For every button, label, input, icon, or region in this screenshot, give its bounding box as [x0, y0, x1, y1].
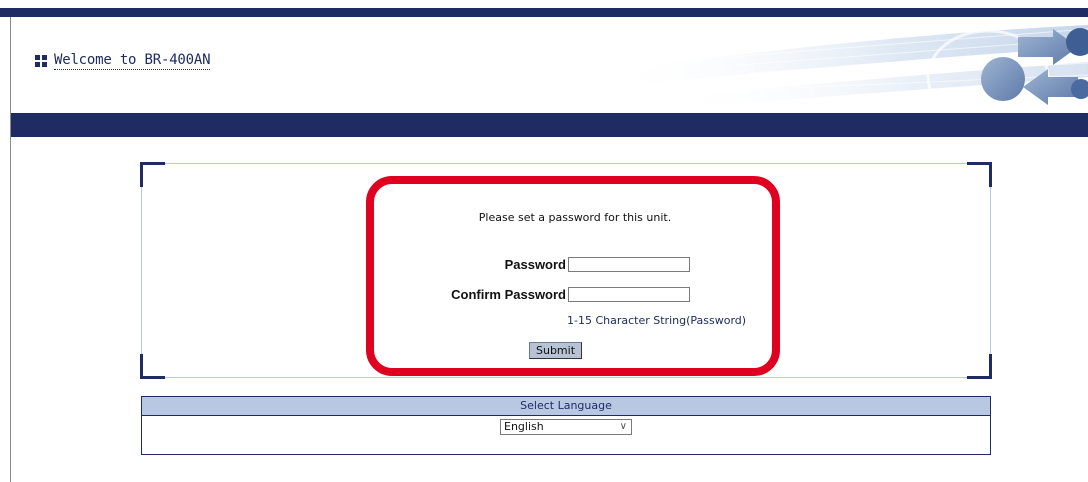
password-hint: 1-15 Character String(Password) [567, 314, 747, 327]
welcome-title: Welcome to BR-400AN [35, 52, 211, 70]
confirm-password-row: Confirm Password [400, 287, 690, 302]
confirm-password-input[interactable] [568, 287, 690, 302]
corner-top-right [967, 162, 992, 187]
page: Welcome to BR-400AN Please set a passwor… [0, 0, 1088, 482]
network-arrows-logo [608, 25, 1088, 113]
corner-bottom-left [140, 354, 165, 379]
top-stripe [0, 8, 1088, 17]
nav-bar [11, 113, 1088, 137]
password-label: Password [504, 257, 566, 272]
header: Welcome to BR-400AN [11, 17, 1088, 113]
grid-bullet-icon [35, 55, 47, 67]
instruction-text: Please set a password for this unit. [478, 211, 672, 224]
language-header: Select Language [142, 397, 990, 416]
language-select[interactable]: English ∨ [500, 419, 632, 435]
top-bar [0, 0, 1088, 17]
language-box: Select Language English ∨ [141, 396, 991, 455]
page-title: Welcome to BR-400AN [54, 52, 211, 70]
language-select-value: English [504, 420, 544, 433]
password-row: Password [446, 257, 690, 272]
submit-button[interactable]: Submit [529, 342, 583, 359]
confirm-password-label: Confirm Password [451, 287, 566, 302]
password-input[interactable] [568, 257, 690, 272]
corner-bottom-right [967, 354, 992, 379]
corner-top-left [140, 162, 165, 187]
chevron-down-icon: ∨ [619, 421, 627, 432]
language-select-wrap: English ∨ [142, 416, 990, 439]
